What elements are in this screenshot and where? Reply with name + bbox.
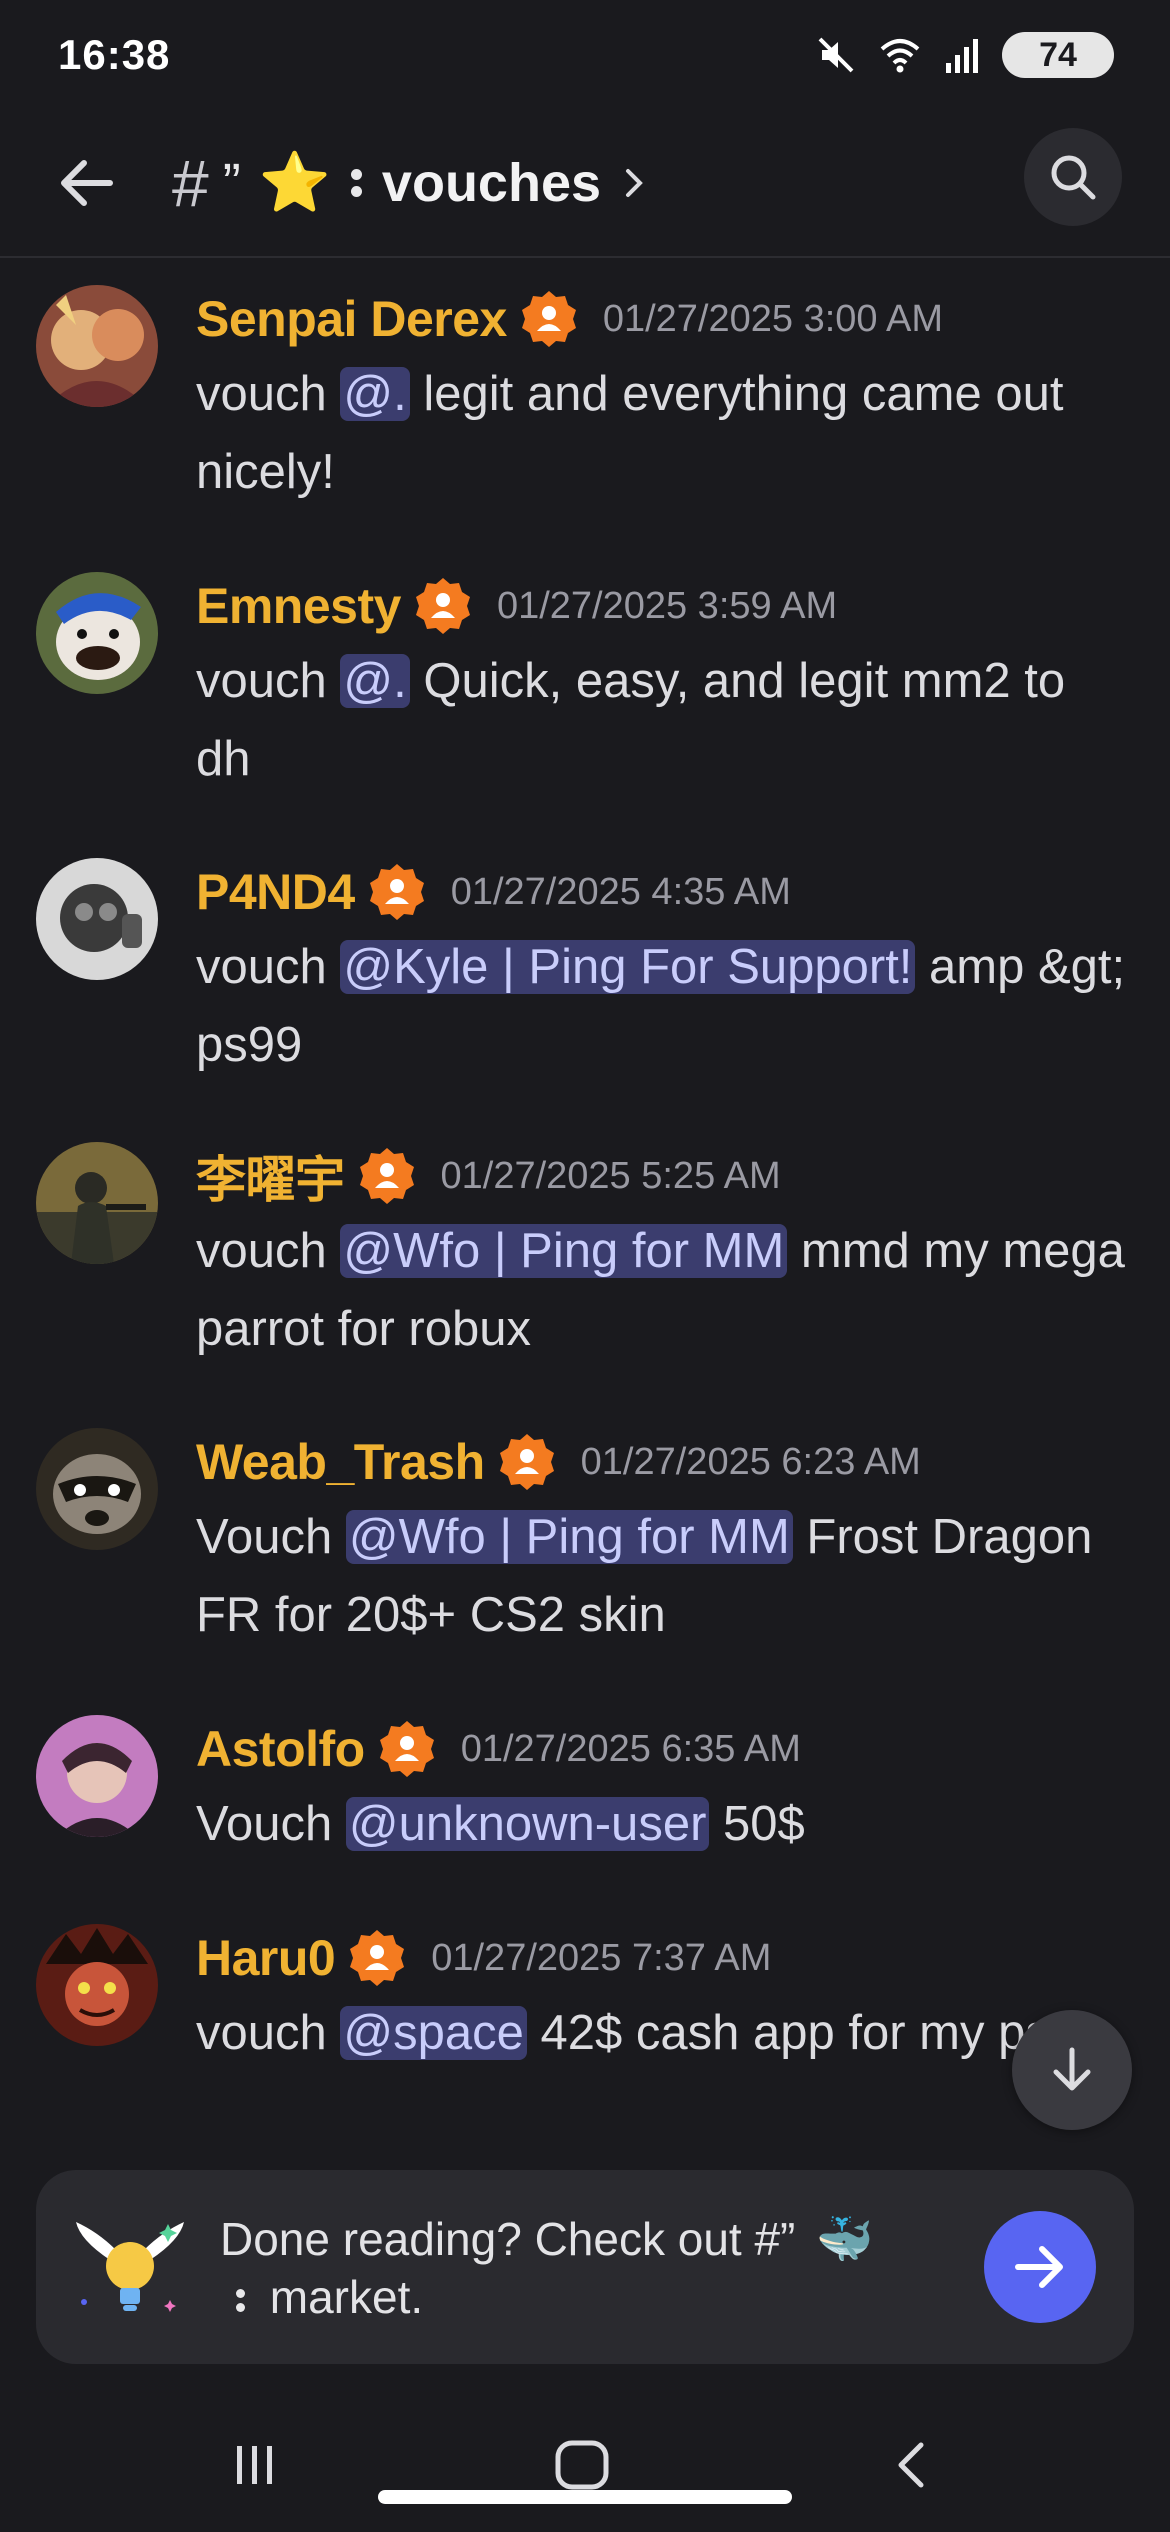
timestamp: 01/27/2025 6:35 AM <box>460 1727 801 1770</box>
timestamp: 01/27/2025 5:25 AM <box>440 1154 781 1197</box>
person-badge-icon <box>377 1719 437 1779</box>
whale-emoji: 🐳 <box>816 2213 874 2265</box>
username[interactable]: P4ND4 <box>196 863 355 921</box>
username[interactable]: 李曜宇 <box>196 1140 345 1212</box>
person-badge-icon <box>357 1146 417 1206</box>
winged-lightbulb-icon <box>70 2210 190 2330</box>
username[interactable]: Senpai Derex <box>196 290 507 348</box>
chevron-right-icon <box>626 169 643 197</box>
channel-title[interactable]: # ” ⭐ vouches <box>172 138 647 228</box>
username[interactable]: Astolfo <box>196 1720 365 1778</box>
wifi-icon <box>880 39 920 73</box>
user-mention[interactable]: @Wfo | Ping for MM <box>340 1224 788 1278</box>
back-icon <box>898 2442 924 2488</box>
search-button[interactable] <box>1024 128 1122 226</box>
colon-dots-icon <box>236 2289 245 2313</box>
message-header: Haru0 01/27/2025 7:37 AM <box>196 1926 771 1990</box>
avatar[interactable] <box>36 858 158 980</box>
message-text-segment: Vouch <box>196 1797 346 1851</box>
channel-name: vouches <box>381 153 602 213</box>
message-text-segment: vouch <box>196 1224 341 1278</box>
message-header: Weab_Trash 01/27/2025 6:23 AM <box>196 1430 921 1494</box>
mute-icon <box>818 37 854 73</box>
avatar[interactable] <box>36 572 158 694</box>
timestamp: 01/27/2025 3:00 AM <box>602 297 943 340</box>
username[interactable]: Haru0 <box>196 1929 336 1987</box>
timestamp: 01/27/2025 6:23 AM <box>580 1440 921 1483</box>
status-icons: 74 <box>816 32 1114 78</box>
next-channel-card[interactable]: Done reading? Check out #” 🐳 market. <box>36 2170 1134 2364</box>
channel-hash: # <box>172 146 209 220</box>
message-header: Astolfo 01/27/2025 6:35 AM <box>196 1717 801 1781</box>
message-text: vouch @Wfo | Ping for MM mmd my mega par… <box>196 1212 1126 1368</box>
avatar[interactable] <box>36 1142 158 1264</box>
avatar[interactable] <box>36 285 158 407</box>
colon-dots-icon <box>350 169 362 197</box>
system-back-button[interactable] <box>866 2430 956 2500</box>
promo-line-2: market. <box>269 2271 424 2323</box>
person-badge-icon <box>413 576 473 636</box>
go-to-channel-button[interactable] <box>984 2211 1096 2323</box>
signal-icon <box>946 39 978 73</box>
person-badge-icon <box>347 1928 407 1988</box>
message-text-segment: 50$ <box>709 1797 805 1851</box>
home-icon <box>555 2440 609 2490</box>
user-mention[interactable]: @. <box>340 367 410 421</box>
person-badge-icon <box>367 862 427 922</box>
person-badge-icon <box>497 1432 557 1492</box>
battery-indicator: 74 <box>1002 32 1114 78</box>
promo-line-1: Done reading? Check out #” <box>220 2213 796 2265</box>
scroll-to-bottom-button[interactable] <box>1012 2010 1132 2130</box>
avatar[interactable] <box>36 1924 158 2046</box>
message-text: Vouch @unknown-user 50$ <box>196 1785 1126 1863</box>
message-text-segment: vouch <box>196 2006 341 2060</box>
user-mention[interactable]: @unknown-user <box>345 1797 710 1851</box>
avatar[interactable] <box>36 1428 158 1550</box>
message-text-segment: Vouch <box>196 1510 346 1564</box>
recent-apps-icon <box>237 2446 272 2484</box>
message-header: 李曜宇 01/27/2025 5:25 AM <box>196 1144 781 1208</box>
channel-quote: ” <box>222 153 241 213</box>
user-mention[interactable]: @Kyle | Ping For Support! <box>340 940 916 994</box>
back-button[interactable] <box>52 148 122 218</box>
search-icon <box>1051 155 1096 200</box>
message-header: Senpai Derex 01/27/2025 3:00 AM <box>196 287 943 351</box>
message-text: vouch @Kyle | Ping For Support! amp &gt;… <box>196 928 1126 1084</box>
timestamp: 01/27/2025 3:59 AM <box>496 584 838 627</box>
message-text: vouch @space 42$ cash app for my ps99 <box>196 1994 1126 2072</box>
arrow-left-icon <box>61 160 113 206</box>
message-text: Vouch @Wfo | Ping for MM Frost Dragon FR… <box>196 1498 1126 1654</box>
system-nav-bar <box>0 2410 1170 2532</box>
username[interactable]: Weab_Trash <box>196 1433 485 1491</box>
star-emoji: ⭐ <box>258 150 331 215</box>
username[interactable]: Emnesty <box>196 577 401 635</box>
arrow-down-icon <box>1053 2047 1091 2091</box>
timestamp: 01/27/2025 4:35 AM <box>450 870 791 913</box>
arrow-right-icon <box>1015 2246 1063 2288</box>
timestamp: 01/27/2025 7:37 AM <box>431 1936 772 1979</box>
person-badge-icon <box>519 289 579 349</box>
message-header: Emnesty 01/27/2025 3:59 AM <box>196 574 837 638</box>
message-text: vouch @. Quick, easy, and legit mm2 to d… <box>196 642 1126 798</box>
next-channel-text: Done reading? Check out #” 🐳 market. <box>220 2210 980 2326</box>
message-text-segment: vouch <box>196 654 341 708</box>
avatar[interactable] <box>36 1715 158 1837</box>
status-bar: 16:38 74 <box>0 0 1170 110</box>
user-mention[interactable]: @Wfo | Ping for MM <box>345 1510 793 1564</box>
message-text: vouch @. legit and everything came out n… <box>196 355 1126 511</box>
message-header: P4ND4 01/27/2025 4:35 AM <box>196 860 791 924</box>
user-mention[interactable]: @. <box>340 654 410 708</box>
home-indicator[interactable] <box>378 2490 792 2504</box>
channel-header: # ” ⭐ vouches <box>0 110 1170 258</box>
message-text-segment: vouch <box>196 940 341 994</box>
message-text-segment: vouch <box>196 367 341 421</box>
status-time: 16:38 <box>58 31 171 78</box>
user-mention[interactable]: @space <box>340 2006 527 2060</box>
recent-apps-button[interactable] <box>210 2430 300 2500</box>
